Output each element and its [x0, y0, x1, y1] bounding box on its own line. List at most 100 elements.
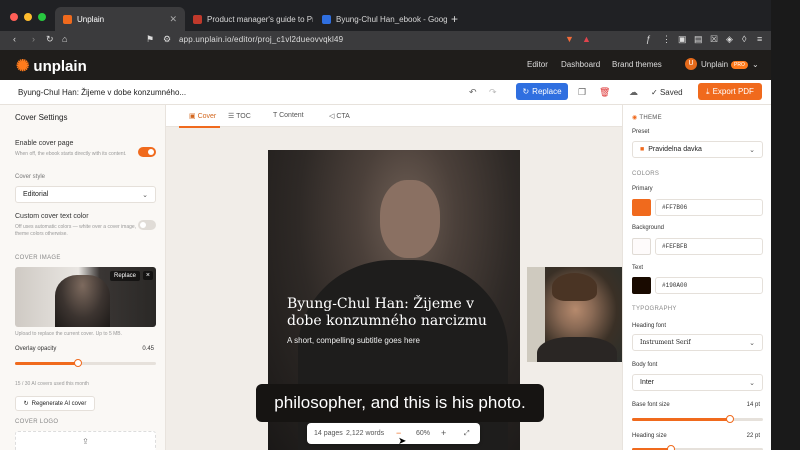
- cta-icon: ◁: [329, 113, 335, 120]
- close-tab-icon[interactable]: ✕: [169, 14, 177, 25]
- mouse-cursor-icon: ➤: [398, 436, 407, 447]
- tab-content[interactable]: T Content: [273, 112, 304, 119]
- export-pdf-button[interactable]: ⤓ Export PDF: [698, 83, 762, 100]
- custom-color-toggle[interactable]: [138, 220, 156, 230]
- base-font-size-slider[interactable]: [632, 415, 763, 423]
- url-input[interactable]: app.unplain.io/editor/proj_c1vl2dueovvqk…: [179, 35, 343, 44]
- heading-size-label: Heading size: [632, 433, 667, 439]
- panel-title: Cover Settings: [15, 113, 68, 122]
- refresh-icon: ↻: [23, 401, 29, 407]
- heading-font-label: Heading font: [632, 323, 667, 329]
- cover-title[interactable]: Byung-Chul Han: Žijeme v dobe konzumného…: [287, 296, 497, 330]
- close-window-button[interactable]: [10, 13, 18, 21]
- brand-name: unplain: [33, 57, 87, 75]
- menu-icon[interactable]: ≡: [757, 34, 762, 44]
- background-label: Background: [632, 225, 665, 231]
- custom-color-help: Off uses automatic colors — white over a…: [15, 224, 137, 237]
- forward-icon[interactable]: ›: [32, 34, 35, 44]
- cover-logo-upload[interactable]: ⇪: [15, 431, 156, 450]
- site-settings-icon[interactable]: ⚙: [163, 34, 171, 45]
- rewards-icon[interactable]: ▲: [582, 34, 591, 44]
- user-name[interactable]: Unplain: [701, 60, 728, 69]
- minimize-window-button[interactable]: [24, 13, 32, 21]
- translate-icon[interactable]: ƒ: [646, 34, 651, 44]
- tab-label: Unplain: [77, 14, 105, 24]
- text-color-input[interactable]: #190A00: [655, 277, 763, 294]
- tab-label: Byung-Chul Han_ebook - Google: [336, 14, 447, 24]
- vpn-icon[interactable]: ◈: [726, 34, 733, 45]
- document-title[interactable]: Byung-Chul Han: Žijeme v dobe konzumného…: [18, 88, 186, 97]
- undo-icon[interactable]: ↶: [469, 87, 477, 98]
- nav-editor[interactable]: Editor: [527, 60, 548, 69]
- upload-help: Upload to replace the current cover. Up …: [15, 331, 122, 337]
- brave-shield-icon[interactable]: ▼: [565, 34, 574, 44]
- webcam-person-body: [537, 337, 617, 362]
- delete-icon[interactable]: 🗑: [599, 87, 610, 98]
- nav-brand-themes[interactable]: Brand themes: [612, 60, 662, 69]
- slider-handle[interactable]: [667, 445, 676, 450]
- back-icon[interactable]: ‹: [13, 34, 16, 44]
- body-font-select[interactable]: Inter ⌄: [632, 374, 763, 391]
- image-remove-button[interactable]: ×: [142, 271, 153, 280]
- tab-toc[interactable]: ☰ TOC: [228, 112, 251, 120]
- body-font-label: Body font: [632, 362, 658, 368]
- cover-logo-section: COVER LOGO: [15, 419, 59, 425]
- tab-cta[interactable]: ◁ CTA: [329, 112, 350, 120]
- duplicate-icon[interactable]: ❐: [578, 87, 586, 98]
- theme-heading: ◉ THEME: [632, 114, 662, 121]
- base-font-size-value: 14 pt: [746, 402, 760, 408]
- chevron-down-icon: ⌄: [142, 191, 148, 199]
- zoom-in-button[interactable]: +: [441, 428, 446, 438]
- slider-handle[interactable]: [726, 415, 735, 423]
- shield-icon[interactable]: ◊: [742, 34, 746, 44]
- fit-screen-button[interactable]: ⤢: [464, 430, 470, 438]
- text-color-label: Text: [632, 265, 644, 271]
- bookmark-icon[interactable]: ⚑: [146, 34, 154, 45]
- replace-button[interactable]: ↻ Replace: [516, 83, 568, 100]
- reload-icon[interactable]: ↻: [46, 34, 54, 45]
- new-tab-button[interactable]: +: [451, 9, 458, 29]
- replace-label: Replace: [532, 87, 562, 96]
- enable-cover-label: Enable cover page: [15, 140, 74, 147]
- image-replace-button[interactable]: Replace: [109, 271, 140, 281]
- editor-tabs: ▣ Cover ☰ TOC T Content ◁ CTA: [166, 105, 622, 128]
- redo-icon[interactable]: ↷: [489, 87, 497, 98]
- background-color-input[interactable]: #FEFBFB: [655, 238, 763, 255]
- enable-cover-toggle[interactable]: [138, 147, 156, 157]
- cover-subtitle[interactable]: A short, compelling subtitle goes here: [287, 336, 420, 345]
- maximize-window-button[interactable]: [38, 13, 46, 21]
- sidebar-icon[interactable]: ▤: [694, 34, 703, 45]
- user-menu-chevron-icon[interactable]: ⌄: [752, 60, 759, 69]
- text-color-swatch[interactable]: [632, 277, 651, 294]
- typography-section: TYPOGRAPHY: [632, 306, 677, 312]
- webcam-person-hair: [552, 273, 597, 301]
- browser-tab-google-docs[interactable]: Byung-Chul Han_ebook - Google: [322, 9, 447, 29]
- user-avatar[interactable]: U: [685, 58, 697, 70]
- heading-font-select[interactable]: Instrument Serif ⌄: [632, 334, 763, 351]
- cover-image-thumbnail[interactable]: Replace ×: [15, 267, 156, 327]
- background-color-swatch[interactable]: [632, 238, 651, 255]
- home-icon[interactable]: ⌂: [62, 34, 67, 44]
- puzzle-icon[interactable]: ▣: [678, 34, 687, 45]
- overlay-opacity-slider[interactable]: [15, 359, 156, 367]
- browser-tab-unplain[interactable]: Unplain ✕: [55, 7, 185, 31]
- nav-dashboard[interactable]: Dashboard: [561, 60, 600, 69]
- body-font-value: Inter: [640, 379, 655, 386]
- ai-usage-text: 15 / 30 AI covers used this month: [15, 381, 89, 387]
- tab-cover[interactable]: ▣ Cover: [178, 112, 221, 128]
- palette-icon: ◉: [632, 115, 638, 121]
- primary-color-input[interactable]: #FF7B06: [655, 199, 763, 216]
- regenerate-ai-cover-button[interactable]: ↻ Regenerate AI cover: [15, 396, 95, 411]
- cover-style-select[interactable]: Editorial ⌄: [15, 186, 156, 203]
- zoom-level: 60%: [416, 430, 431, 437]
- preset-select[interactable]: ■ Pravidelna davka ⌄: [632, 141, 763, 158]
- tab-label: CTA: [336, 113, 350, 120]
- slider-fill: [15, 362, 79, 365]
- theme-heading-label: THEME: [639, 115, 662, 121]
- brand-logo[interactable]: ✺ unplain: [16, 56, 87, 76]
- slider-handle[interactable]: [74, 359, 83, 367]
- wallet-icon[interactable]: ☒: [710, 34, 718, 45]
- extension-icon[interactable]: ⋮: [662, 34, 671, 45]
- browser-tab-product-guide[interactable]: Product manager's guide to Prod: [193, 9, 313, 29]
- primary-color-swatch[interactable]: [632, 199, 651, 216]
